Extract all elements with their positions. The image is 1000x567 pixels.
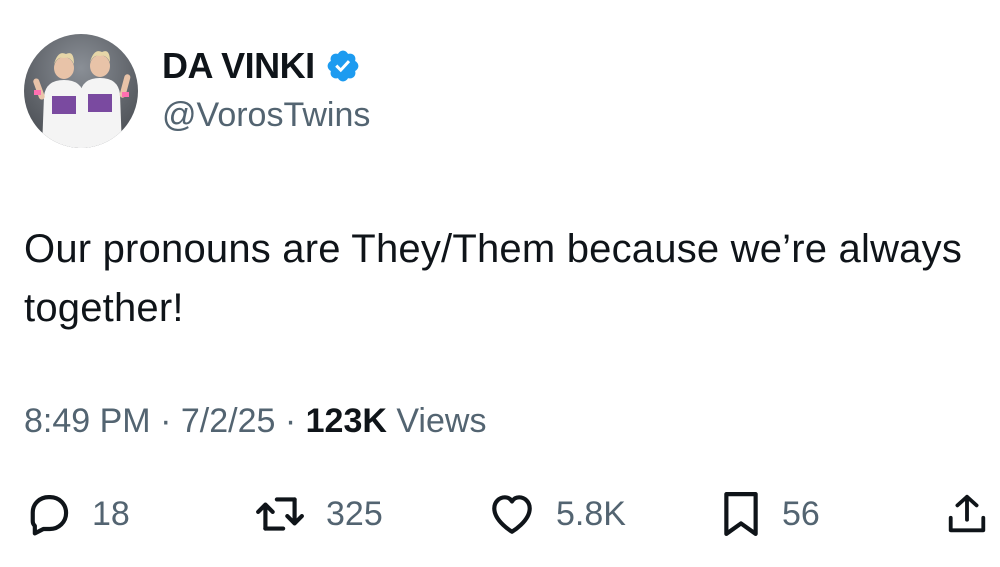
- bookmark-count: 56: [782, 494, 820, 533]
- like-button[interactable]: 5.8K: [486, 488, 626, 540]
- meta-separator: ·: [284, 402, 297, 440]
- like-count: 5.8K: [556, 494, 626, 533]
- tweet-text: Our pronouns are They/Them because we’re…: [24, 227, 963, 330]
- bookmark-icon: [724, 492, 758, 536]
- repost-button[interactable]: 325: [252, 488, 383, 540]
- reply-button[interactable]: 18: [24, 488, 130, 540]
- tweet-time[interactable]: 8:49 PM: [24, 402, 151, 440]
- reply-icon: [30, 495, 69, 536]
- share-icon: [948, 494, 986, 533]
- author-handle[interactable]: @VorosTwins: [162, 96, 370, 135]
- reply-count: 18: [92, 494, 130, 533]
- repost-count: 325: [326, 494, 383, 533]
- views-label: Views: [396, 402, 487, 440]
- heart-icon: [492, 495, 532, 534]
- repost-icon: [256, 497, 304, 531]
- tweet-meta: 8:49 PM · 7/2/25 · 123K Views: [24, 402, 486, 441]
- bookmark-button[interactable]: 56: [718, 488, 820, 540]
- author-name-row[interactable]: DA VINKI: [162, 44, 361, 88]
- tweet-actions: 18 325 5.8K 56: [0, 488, 1000, 540]
- avatar-photo: [33, 51, 131, 148]
- tweet-date[interactable]: 7/2/25: [181, 402, 276, 440]
- author-display-name[interactable]: DA VINKI: [162, 45, 315, 87]
- meta-separator: ·: [160, 402, 172, 440]
- views-count[interactable]: 123K: [306, 402, 387, 440]
- share-button[interactable]: [944, 488, 990, 540]
- avatar[interactable]: [24, 34, 138, 148]
- verified-badge-icon[interactable]: [325, 48, 361, 84]
